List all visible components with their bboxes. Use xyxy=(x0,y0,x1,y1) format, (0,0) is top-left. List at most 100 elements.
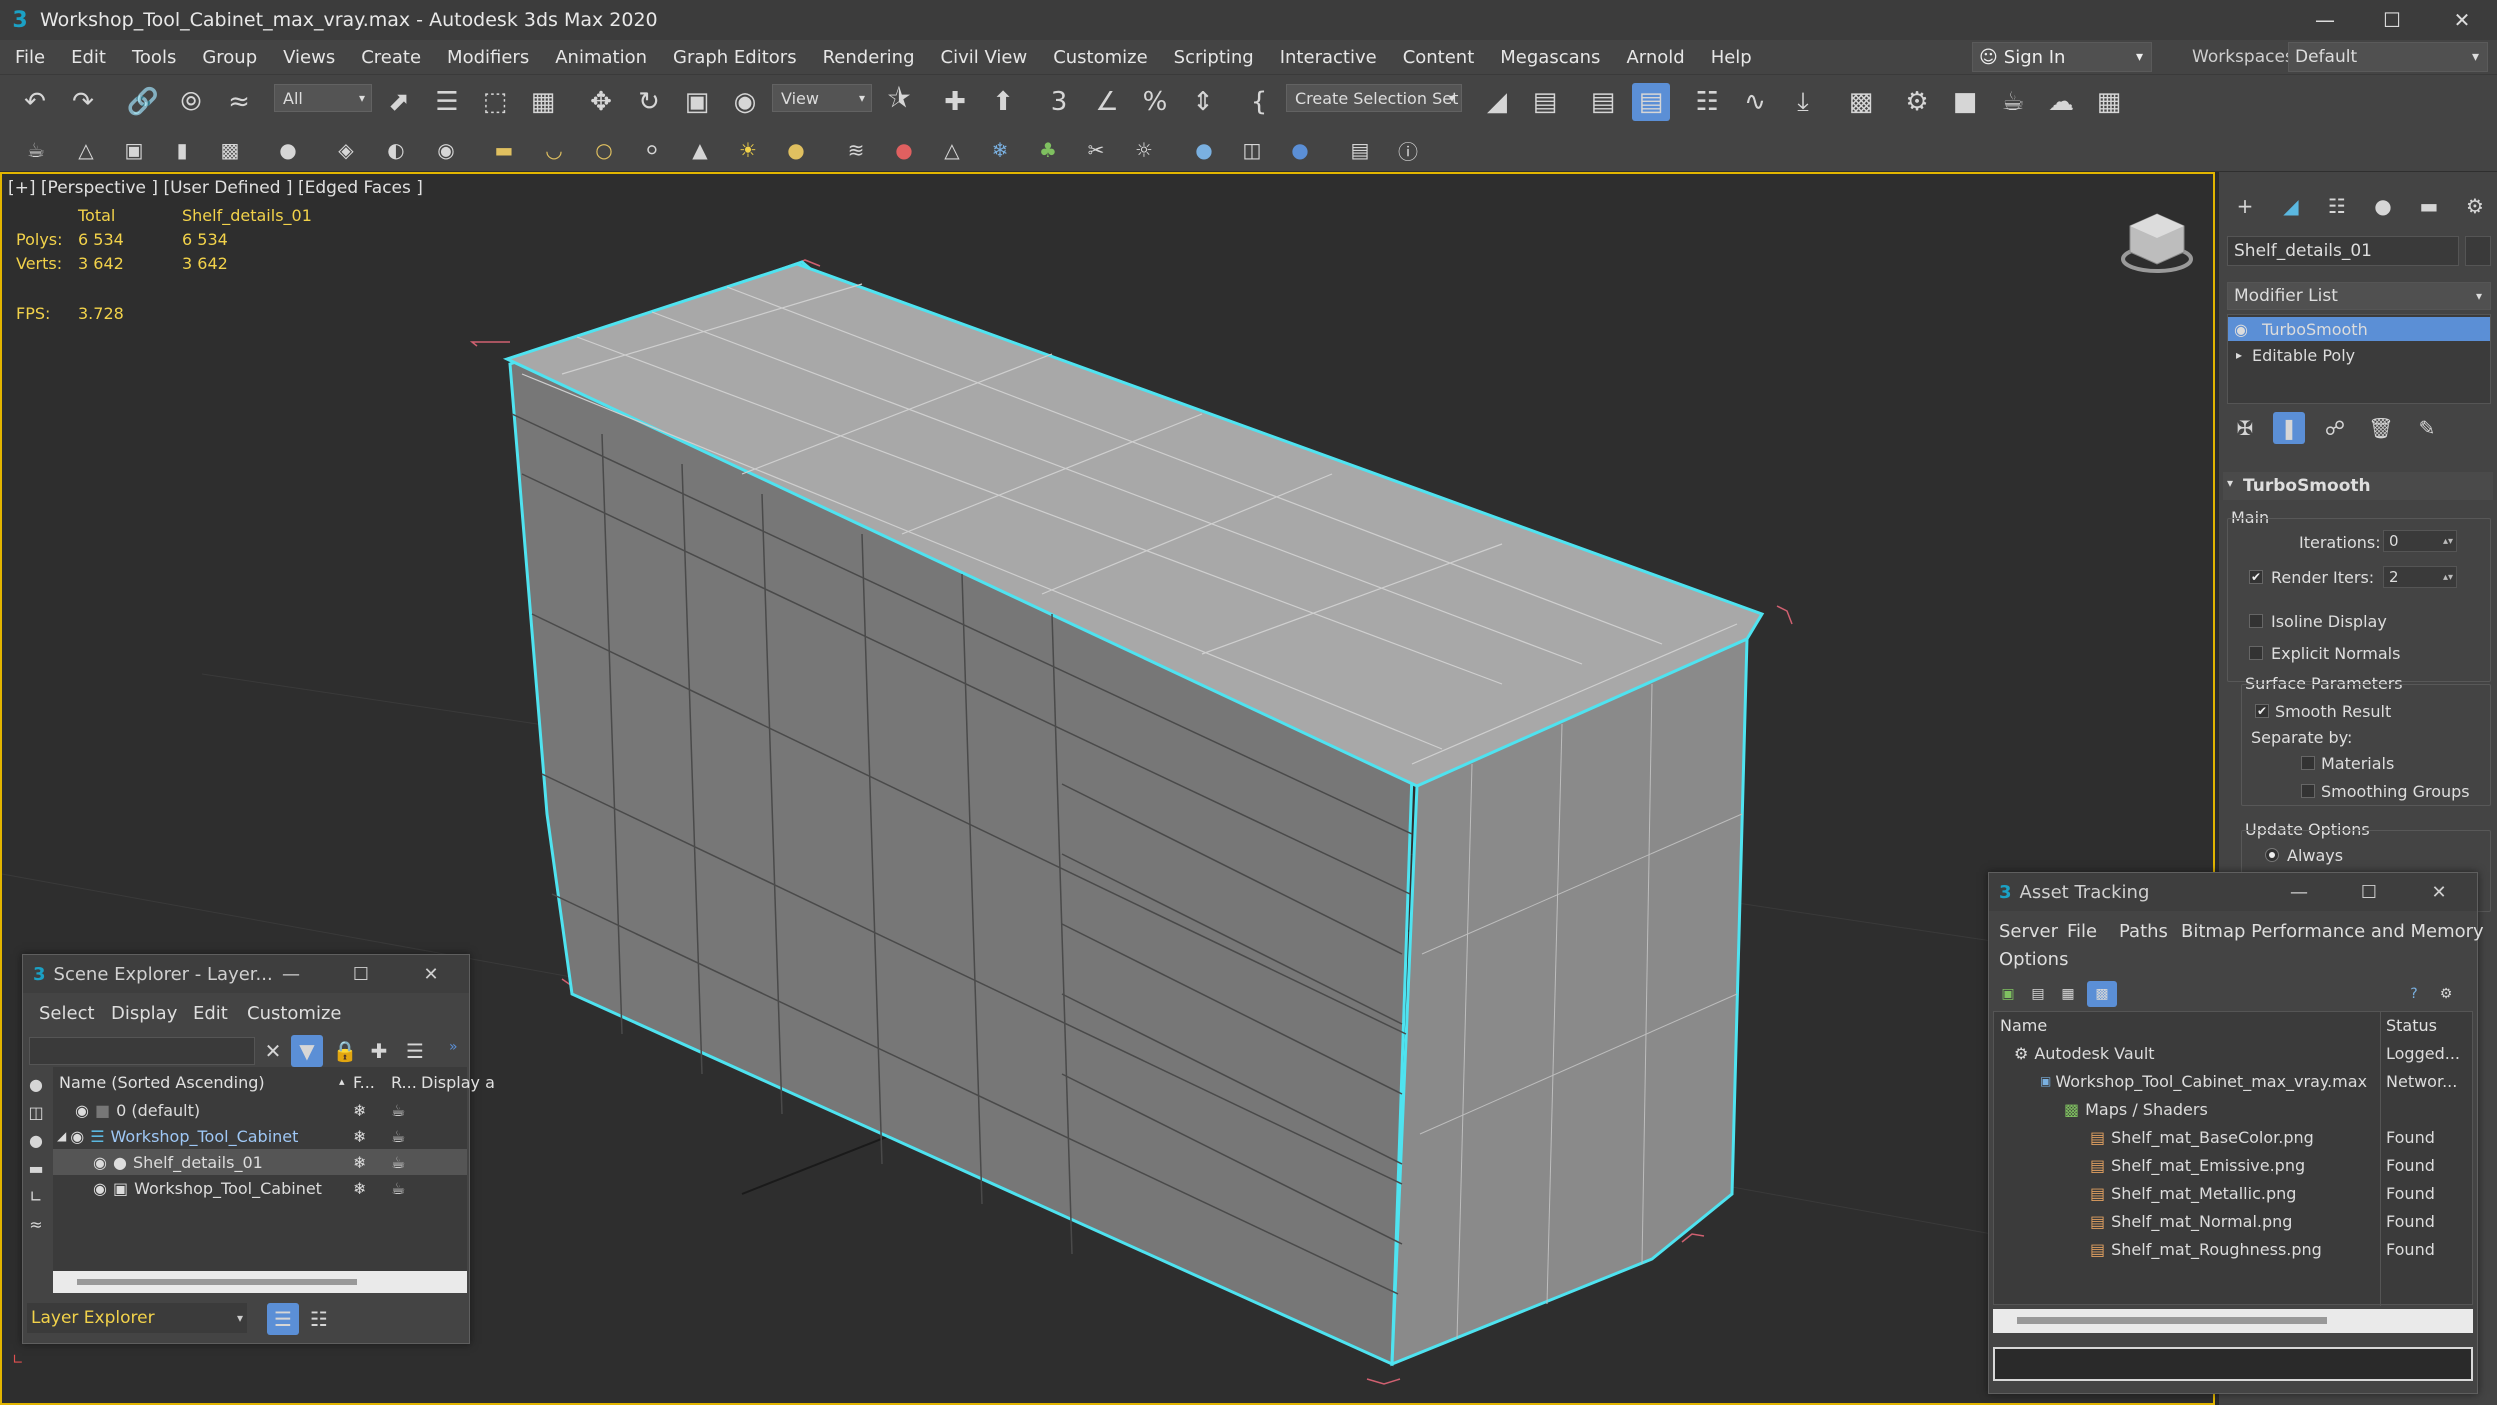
scene-explorer-maximize-button[interactable]: ☐ xyxy=(339,955,383,993)
rectangular-selection-icon[interactable]: ⬚ xyxy=(476,83,514,121)
show-end-result-icon[interactable]: ❚ xyxy=(2273,412,2305,444)
selection-filter-dropdown[interactable]: All ▾ xyxy=(274,84,372,112)
select-manipulate-icon[interactable]: ✚ xyxy=(936,83,974,121)
display-geometry-icon[interactable]: ◫ xyxy=(23,1099,49,1125)
freeze-icon[interactable]: ❄ xyxy=(353,1127,366,1146)
asset-list-scrollbar[interactable] xyxy=(1993,1309,2473,1333)
hierarchy-tab-icon[interactable]: ☷ xyxy=(2321,190,2353,222)
menu-interactive[interactable]: Interactive xyxy=(1267,47,1390,68)
bind-space-warp-icon[interactable]: ≈ xyxy=(220,83,258,121)
asset-tracking-close-button[interactable]: ✕ xyxy=(2417,873,2461,911)
material-sphere-icon[interactable]: ● xyxy=(1188,134,1220,166)
menu-civil-view[interactable]: Civil View xyxy=(928,47,1041,68)
utilities-tab-icon[interactable]: ⚙ xyxy=(2459,190,2491,222)
align-icon[interactable]: ▤ xyxy=(1526,83,1564,121)
sort-by-hierarchy-icon[interactable]: ☷ xyxy=(303,1303,335,1335)
reference-coordinate-dropdown[interactable]: View ▾ xyxy=(772,84,872,112)
column-status-header[interactable]: Status xyxy=(2386,1016,2437,1035)
list-view-icon[interactable]: ▤ xyxy=(2025,981,2051,1007)
menu-arnold[interactable]: Arnold xyxy=(1613,47,1697,68)
tree-row[interactable]: ◢ ◉ ☰ Workshop_Tool_Cabinet ❄ ☕ xyxy=(53,1123,467,1149)
add-layer-icon[interactable]: ✚ xyxy=(363,1035,395,1067)
toggle-ribbon-icon[interactable]: ☷ xyxy=(1688,83,1726,121)
render-in-cloud-icon[interactable]: ☁ xyxy=(2042,83,2080,121)
asset-menu-paths[interactable]: Paths xyxy=(2119,921,2168,942)
render-iters-checkbox[interactable]: ✔ xyxy=(2249,570,2263,584)
menu-animation[interactable]: Animation xyxy=(542,47,660,68)
move-icon[interactable]: ✥ xyxy=(582,83,620,121)
select-by-name-icon[interactable]: ☰ xyxy=(428,83,466,121)
display-lights-icon[interactable]: ● xyxy=(23,1127,49,1153)
pivot-center-icon[interactable]: ⯫ xyxy=(880,83,918,121)
remove-modifier-icon[interactable]: 🗑 xyxy=(2365,412,2397,444)
column-display-header[interactable]: Display a xyxy=(421,1073,495,1092)
scale-icon[interactable]: ▣ xyxy=(678,83,716,121)
display-helpers-icon[interactable]: ∟ xyxy=(23,1183,49,1209)
rotate-icon[interactable]: ↻ xyxy=(630,83,668,121)
freeze-icon[interactable]: ❄ xyxy=(353,1179,366,1198)
visibility-eye-icon[interactable]: ◉ xyxy=(2234,320,2248,339)
eye-icon[interactable]: ◉ xyxy=(75,1101,89,1120)
column-freeze-header[interactable]: F... xyxy=(353,1073,375,1092)
maximize-button[interactable]: ☐ xyxy=(2357,0,2427,40)
eye-icon[interactable]: ◉ xyxy=(70,1127,84,1146)
scene-icon[interactable]: ❄ xyxy=(984,134,1016,166)
isoline-display-checkbox[interactable] xyxy=(2249,614,2263,628)
spinner-arrows-icon[interactable]: ▴▾ xyxy=(2443,572,2453,583)
tree-row[interactable]: ◉ ● Shelf_details_01 ❄ ☕ xyxy=(53,1149,467,1175)
help-icon[interactable]: ⓘ xyxy=(1392,134,1424,166)
stack-item-editable-poly[interactable]: ▸ Editable Poly xyxy=(2228,343,2490,367)
vray-toolbar-icon[interactable]: ▤ xyxy=(1344,134,1376,166)
dome-icon[interactable]: ◡ xyxy=(538,134,570,166)
environment-fog-icon[interactable]: ☼ xyxy=(1128,134,1160,166)
motion-tab-icon[interactable]: ● xyxy=(2367,190,2399,222)
scene-explorer-titlebar[interactable]: 3 Scene Explorer - Layer... xyxy=(23,955,469,993)
smoothing-groups-checkbox[interactable] xyxy=(2301,784,2315,798)
material-editor-icon[interactable]: ▩ xyxy=(1842,83,1880,121)
render-region-icon[interactable]: ● xyxy=(1284,134,1316,166)
menu-edit[interactable]: Edit xyxy=(58,47,119,68)
sphere-icon[interactable]: ◐ xyxy=(380,134,412,166)
lock-icon[interactable]: 🔒 xyxy=(329,1035,361,1067)
object-name-field[interactable]: Shelf_details_01 xyxy=(2227,236,2459,266)
asset-row[interactable]: ▤ Shelf_mat_Emissive.png Found xyxy=(1994,1152,2472,1178)
toggle-scene-explorer-icon[interactable]: ▤ xyxy=(1584,83,1622,121)
menu-customize[interactable]: Customize xyxy=(1040,47,1160,68)
display-cameras-icon[interactable]: ▬ xyxy=(23,1155,49,1181)
asset-row[interactable]: ⚙ Autodesk Vault Logged... xyxy=(1994,1040,2472,1066)
menu-create[interactable]: Create xyxy=(348,47,434,68)
asset-row[interactable]: ▩ Maps / Shaders xyxy=(1994,1096,2472,1122)
asset-row[interactable]: ▤ Shelf_mat_Metallic.png Found xyxy=(1994,1180,2472,1206)
minimize-button[interactable]: — xyxy=(2290,0,2360,40)
asset-row[interactable]: ▤ Shelf_mat_Roughness.png Found xyxy=(1994,1236,2472,1262)
sun-icon[interactable]: ☀ xyxy=(732,134,764,166)
expand-arrow-icon[interactable]: ▸ xyxy=(2236,348,2242,362)
rectangle-icon[interactable]: ▬ xyxy=(488,134,520,166)
render-teapot-icon[interactable]: ☕ xyxy=(391,1153,405,1172)
explorer-type-dropdown[interactable]: Layer Explorer ▾ xyxy=(27,1303,247,1333)
scene-explorer-minimize-button[interactable]: — xyxy=(269,955,313,993)
menu-scripting[interactable]: Scripting xyxy=(1161,47,1267,68)
eye-icon[interactable]: ◉ xyxy=(93,1153,107,1172)
sign-in-dropdown[interactable]: ☺ Sign In ▾ xyxy=(1972,42,2152,72)
place-icon[interactable]: ◉ xyxy=(726,83,764,121)
expand-toolbar-icon[interactable]: » xyxy=(449,1039,458,1055)
keyboard-shortcut-override-icon[interactable]: ⬆ xyxy=(984,83,1022,121)
render-teapot-icon[interactable]: ☕ xyxy=(391,1179,405,1198)
scene-explorer-search-input[interactable] xyxy=(29,1037,255,1065)
stack-item-turbosmooth[interactable]: ◉ TurboSmooth xyxy=(2228,317,2490,341)
column-name-header[interactable]: Name (Sorted Ascending) xyxy=(59,1073,265,1092)
freeze-icon[interactable]: ❄ xyxy=(353,1153,366,1172)
object-color-swatch[interactable] xyxy=(2465,236,2491,266)
workspaces-select[interactable]: Default ▾ xyxy=(2288,42,2488,72)
scene-explorer-menu-customize[interactable]: Customize xyxy=(247,1003,341,1024)
filter-icon[interactable]: ▼ xyxy=(291,1035,323,1067)
asset-row[interactable]: ▤ Shelf_mat_BaseColor.png Found xyxy=(1994,1124,2472,1150)
clipper-icon[interactable]: ✂ xyxy=(1080,134,1112,166)
configure-modifier-sets-icon[interactable]: ✎ xyxy=(2411,412,2443,444)
menu-group[interactable]: Group xyxy=(189,47,270,68)
scene-explorer-menu-select[interactable]: Select xyxy=(39,1003,95,1024)
settings-icon[interactable]: ⚙ xyxy=(2433,981,2459,1007)
make-unique-icon[interactable]: ☍ xyxy=(2319,412,2351,444)
pin-stack-icon[interactable]: ✠ xyxy=(2229,412,2261,444)
